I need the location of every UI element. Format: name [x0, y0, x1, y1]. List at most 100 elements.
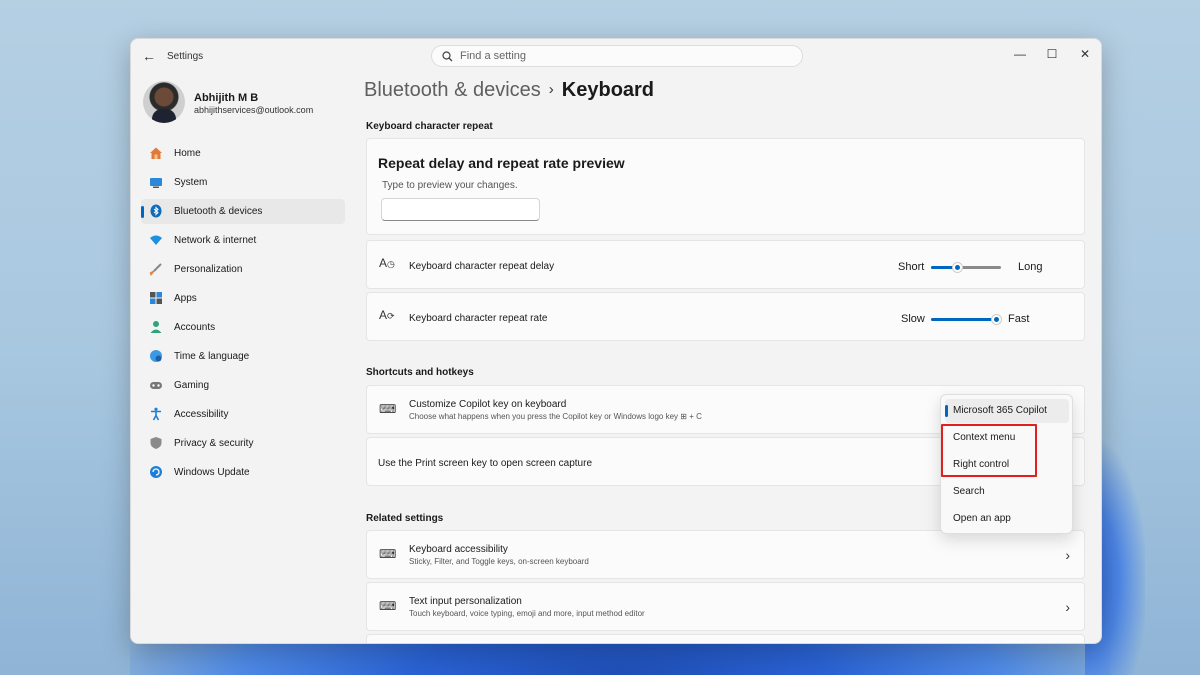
- dropdown-option-search[interactable]: Search: [945, 480, 1069, 504]
- sidebar-item-system[interactable]: System: [141, 170, 345, 195]
- slider-track[interactable]: [931, 262, 1001, 273]
- breadcrumb: Bluetooth & devices › Keyboard: [364, 79, 654, 102]
- sidebar-item-label: Apps: [174, 293, 197, 304]
- related-item-desc: Sticky, Filter, and Toggle keys, on-scre…: [409, 557, 589, 566]
- chevron-right-icon: ›: [1065, 547, 1070, 563]
- brush-icon: [149, 263, 162, 276]
- keyboard-icon: ⌨: [379, 599, 397, 613]
- shield-icon: [150, 437, 162, 449]
- repeat-rate-row: A⟳ Keyboard character repeat rate Slow F…: [366, 292, 1085, 341]
- globe-clock-icon: [150, 350, 162, 362]
- app-title: Settings: [167, 51, 204, 62]
- sidebar-item-windows-update[interactable]: Windows Update: [141, 460, 345, 485]
- slider-fill: [931, 318, 997, 321]
- preview-subtitle: Type to preview your changes.: [382, 180, 518, 191]
- sidebar-item-label: Network & internet: [174, 235, 257, 246]
- sidebar-item-time-language[interactable]: Time & language: [141, 344, 345, 369]
- related-item-desc: Touch keyboard, voice typing, emoji and …: [409, 609, 645, 618]
- dropdown-option-label: Search: [953, 486, 985, 497]
- slider-min-label: Short: [898, 261, 925, 273]
- breadcrumb-separator: ›: [548, 81, 554, 98]
- chevron-right-icon: ›: [1065, 599, 1070, 615]
- copilot-key-desc: Choose what happens when you press the C…: [409, 412, 702, 421]
- sidebar-item-label: Gaming: [174, 380, 210, 391]
- back-arrow-icon[interactable]: ←: [139, 47, 159, 65]
- settings-window: ← Settings — ☐ ✕ Abhijith M B abhijithse…: [130, 38, 1102, 644]
- related-item-title: Keyboard accessibility: [409, 544, 508, 555]
- repeat-rate-icon: A⟳: [379, 308, 395, 322]
- maximize-icon[interactable]: ☐: [1037, 43, 1067, 65]
- sidebar-item-gaming[interactable]: Gaming: [141, 373, 345, 398]
- sidebar-item-home[interactable]: Home: [141, 141, 345, 166]
- keyboard-accessibility-row[interactable]: ⌨ Keyboard accessibility Sticky, Filter,…: [366, 530, 1085, 579]
- system-icon: [150, 178, 162, 188]
- slider-thumb[interactable]: [990, 314, 1002, 325]
- repeat-rate-label: Keyboard character repeat rate: [409, 313, 548, 324]
- breadcrumb-parent[interactable]: Bluetooth & devices: [364, 79, 541, 101]
- print-screen-label: Use the Print screen key to open screen …: [378, 458, 593, 469]
- preview-text-input[interactable]: [381, 198, 540, 221]
- slider-max-label: Fast: [1008, 313, 1030, 325]
- slider-track[interactable]: [931, 314, 1002, 325]
- sidebar-item-personalization[interactable]: Personalization: [141, 257, 345, 282]
- repeat-rate-slider[interactable]: Slow Fast: [900, 312, 1075, 326]
- sidebar-item-label: Privacy & security: [174, 438, 254, 449]
- search-icon: [442, 51, 453, 62]
- sidebar-item-label: Accounts: [174, 322, 216, 333]
- preview-title: Repeat delay and repeat rate preview: [378, 155, 625, 171]
- section-title-related: Related settings: [366, 513, 444, 524]
- sidebar-item-apps[interactable]: Apps: [141, 286, 345, 311]
- sidebar-item-label: Windows Update: [174, 467, 250, 478]
- minimize-icon[interactable]: —: [1005, 43, 1035, 65]
- dropdown-option-open-an-app[interactable]: Open an app: [945, 507, 1069, 531]
- user-name: Abhijith M B: [194, 92, 259, 104]
- sidebar-item-label: Personalization: [174, 264, 243, 275]
- dropdown-option-label: Open an app: [953, 513, 1011, 524]
- sidebar-item-label: Time & language: [174, 351, 250, 362]
- related-item-title: Text input personalization: [409, 596, 522, 607]
- accounts-icon: [150, 321, 162, 333]
- close-icon[interactable]: ✕: [1070, 43, 1100, 65]
- repeat-preview-card: Repeat delay and repeat rate preview Typ…: [366, 138, 1085, 235]
- keyboard-icon: ⌨: [379, 402, 397, 416]
- slider-max-label: Long: [1018, 261, 1043, 273]
- wifi-icon: [150, 235, 162, 245]
- home-icon: [150, 147, 162, 159]
- sidebar-item-network[interactable]: Network & internet: [141, 228, 345, 253]
- title-bar: ← Settings — ☐ ✕: [131, 39, 1101, 73]
- search-input[interactable]: [460, 48, 780, 64]
- dropdown-option-label: Microsoft 365 Copilot: [953, 405, 1047, 416]
- repeat-delay-icon: A◷: [379, 256, 395, 270]
- sidebar-item-label: System: [174, 177, 208, 188]
- keyboard-icon: ⌨: [379, 547, 397, 561]
- bluetooth-icon: [150, 204, 162, 218]
- dropdown-option-microsoft-365-copilot[interactable]: Microsoft 365 Copilot: [945, 399, 1069, 423]
- sidebar-item-bluetooth[interactable]: Bluetooth & devices: [141, 199, 345, 224]
- user-email: abhijithservices@outlook.com: [194, 105, 314, 115]
- slider-min-label: Slow: [901, 313, 925, 325]
- sidebar-item-label: Accessibility: [174, 409, 229, 420]
- sidebar-item-privacy[interactable]: Privacy & security: [141, 431, 345, 456]
- avatar: [143, 81, 185, 123]
- accessibility-icon: [151, 407, 161, 421]
- section-title-repeat: Keyboard character repeat: [366, 121, 493, 132]
- copilot-key-title: Customize Copilot key on keyboard: [409, 399, 567, 410]
- repeat-delay-label: Keyboard character repeat delay: [409, 261, 555, 272]
- sidebar-item-accounts[interactable]: Accounts: [141, 315, 345, 340]
- text-input-personalization-row[interactable]: ⌨ Text input personalization Touch keybo…: [366, 582, 1085, 631]
- slider-thumb[interactable]: [952, 262, 964, 273]
- update-icon: [150, 466, 162, 478]
- apps-icon: [150, 292, 162, 304]
- sidebar-nav: Home System Bluetooth & devices Network …: [141, 141, 345, 489]
- section-title-shortcuts: Shortcuts and hotkeys: [366, 367, 474, 378]
- repeat-delay-row: A◷ Keyboard character repeat delay Short…: [366, 240, 1085, 289]
- sidebar-item-label: Home: [174, 148, 201, 159]
- annotation-highlight-box: [941, 424, 1037, 477]
- gamepad-icon: [150, 382, 162, 389]
- sidebar-item-label: Bluetooth & devices: [174, 206, 263, 217]
- repeat-delay-slider[interactable]: Short Long: [897, 260, 1072, 274]
- search-box[interactable]: [431, 45, 803, 67]
- sidebar-item-accessibility[interactable]: Accessibility: [141, 402, 345, 427]
- related-row-partial[interactable]: [366, 634, 1085, 643]
- page-title: Keyboard: [561, 79, 655, 101]
